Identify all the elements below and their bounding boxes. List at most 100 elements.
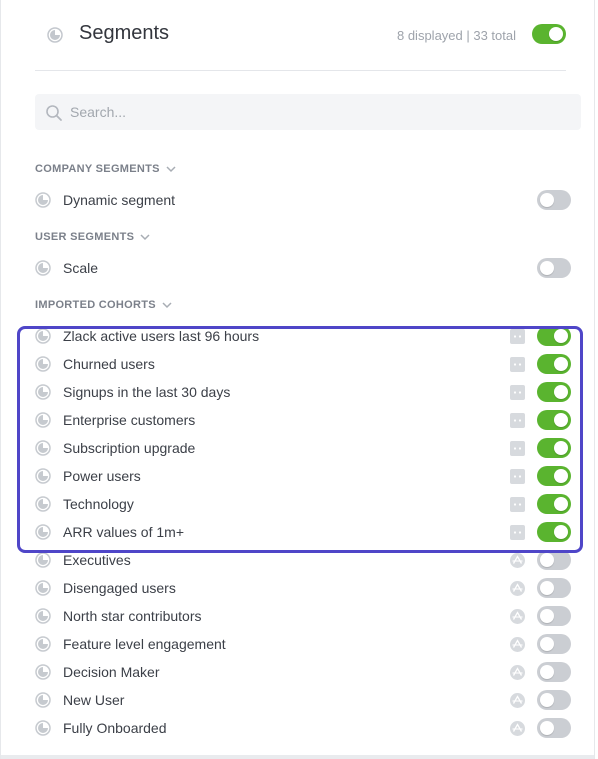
segment-label: Executives: [63, 552, 131, 568]
search-input[interactable]: [70, 94, 570, 130]
segment-label: Technology: [63, 496, 134, 512]
section-header-1[interactable]: USER SEGMENTS: [35, 230, 150, 244]
segment-visibility-toggle[interactable]: [537, 466, 571, 486]
segment-pie-icon: [35, 720, 51, 736]
amplitude-icon: [510, 721, 525, 736]
segment-label: Fully Onboarded: [63, 720, 167, 736]
segment-visibility-toggle[interactable]: [537, 410, 571, 430]
section-title: COMPANY SEGMENTS: [35, 163, 160, 175]
segment-visibility-toggle[interactable]: [537, 606, 571, 626]
amplitude-icon: [510, 693, 525, 708]
page-title: Segments: [79, 22, 170, 44]
segment-pie-icon: [35, 356, 51, 372]
segment-pie-icon: [35, 260, 51, 276]
segment-visibility-toggle[interactable]: [537, 326, 571, 346]
segment-pie-icon: [35, 552, 51, 568]
segment-pie-icon: [35, 412, 51, 428]
segment-visibility-toggle[interactable]: [537, 190, 571, 210]
segment-pie-icon: [35, 468, 51, 484]
segment-visibility-toggle[interactable]: [537, 690, 571, 710]
segment-row: Zlack active users last 96 hours: [35, 322, 571, 350]
segment-row: North star contributors: [35, 602, 571, 630]
segment-row: Disengaged users: [35, 574, 571, 602]
segment-row: Scale: [35, 254, 571, 282]
segment-label: New User: [63, 692, 125, 708]
segment-label: Disengaged users: [63, 580, 176, 596]
import-icon: [510, 441, 525, 456]
segment-label: Power users: [63, 468, 141, 484]
segment-row: Power users: [35, 462, 571, 490]
toggle-knob: [549, 27, 563, 41]
segment-visibility-toggle[interactable]: [537, 662, 571, 682]
segment-visibility-toggle[interactable]: [537, 438, 571, 458]
amplitude-icon: [510, 609, 525, 624]
segment-row: Churned users: [35, 350, 571, 378]
toggle-knob: [540, 581, 554, 595]
amplitude-icon: [510, 665, 525, 680]
segment-label: Zlack active users last 96 hours: [63, 328, 260, 344]
segment-label: Decision Maker: [63, 664, 160, 680]
chevron-down-icon: [166, 166, 176, 173]
segment-visibility-toggle[interactable]: [537, 718, 571, 738]
toggle-knob: [540, 693, 554, 707]
list-bottom-edge: [1, 755, 594, 759]
segment-visibility-toggle[interactable]: [537, 522, 571, 542]
chevron-down-icon: [140, 234, 150, 241]
toggle-knob: [554, 497, 568, 511]
segment-label: Subscription upgrade: [63, 440, 196, 456]
toggle-knob: [540, 193, 554, 207]
toggle-knob: [554, 357, 568, 371]
segment-pie-icon: [35, 636, 51, 652]
toggle-knob: [554, 469, 568, 483]
amplitude-icon: [510, 581, 525, 596]
segment-row: Fully Onboarded: [35, 714, 571, 742]
import-icon: [510, 469, 525, 484]
segment-row: Executives: [35, 546, 571, 574]
amplitude-icon: [510, 553, 525, 568]
toggle-knob: [554, 329, 568, 343]
toggle-knob: [540, 261, 554, 275]
search-icon: [46, 105, 62, 121]
segment-visibility-toggle[interactable]: [537, 494, 571, 514]
segment-visibility-toggle[interactable]: [537, 634, 571, 654]
toggle-knob: [540, 665, 554, 679]
section-title: USER SEGMENTS: [35, 231, 135, 243]
chevron-down-icon: [162, 302, 172, 309]
segment-label: Feature level engagement: [63, 636, 226, 652]
toggle-knob: [540, 609, 554, 623]
import-icon: [510, 525, 525, 540]
segment-pie-icon: [35, 664, 51, 680]
panel-header: Segments 8 displayed | 33 total: [35, 0, 566, 71]
segment-row: ARR values of 1m+: [35, 518, 571, 546]
toggle-knob: [554, 441, 568, 455]
segment-label: North star contributors: [63, 608, 202, 624]
segment-label: Churned users: [63, 356, 155, 372]
section-header-0[interactable]: COMPANY SEGMENTS: [35, 162, 176, 176]
segment-pie-icon: [35, 580, 51, 596]
import-icon: [510, 357, 525, 372]
segment-pie-icon: [35, 524, 51, 540]
segment-visibility-toggle[interactable]: [537, 550, 571, 570]
section-header-2[interactable]: IMPORTED COHORTS: [35, 298, 172, 312]
segment-pie-icon: [35, 192, 51, 208]
segment-row: New User: [35, 686, 571, 714]
toggle-knob: [540, 637, 554, 651]
segment-label: ARR values of 1m+: [63, 524, 184, 540]
toggle-knob: [554, 385, 568, 399]
segment-visibility-toggle[interactable]: [537, 382, 571, 402]
toggle-knob: [554, 413, 568, 427]
segment-pie-icon: [35, 692, 51, 708]
segment-visibility-toggle[interactable]: [537, 354, 571, 374]
toggle-knob: [540, 553, 554, 567]
amplitude-icon: [510, 637, 525, 652]
import-icon: [510, 329, 525, 344]
segment-label: Signups in the last 30 days: [63, 384, 231, 400]
segment-pie-icon: [35, 384, 51, 400]
import-icon: [510, 413, 525, 428]
segment-row: Decision Maker: [35, 658, 571, 686]
segments-panel: Segments 8 displayed | 33 total COMPANY …: [0, 0, 595, 759]
segment-visibility-toggle[interactable]: [537, 578, 571, 598]
segment-visibility-toggle[interactable]: [537, 258, 571, 278]
segment-row: Dynamic segment: [35, 186, 571, 214]
show-all-toggle[interactable]: [532, 24, 566, 44]
